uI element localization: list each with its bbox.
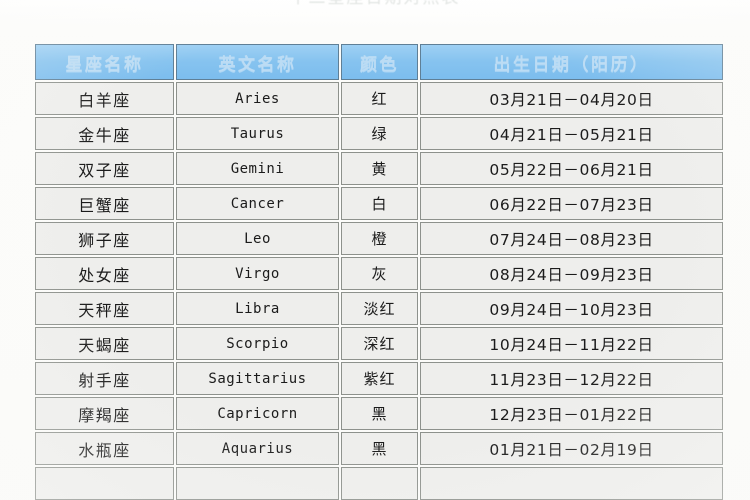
cell-color: 淡红 — [341, 292, 418, 325]
table-row: 巨蟹座 Cancer 白 06月22日－07月23日 — [35, 187, 723, 220]
cell-color: 橙 — [341, 222, 418, 255]
zodiac-table-container: 星座名称 英文名称 颜色 出生日期（阳历） 白羊座 Aries 红 03月21日… — [33, 42, 723, 500]
cell-english-name: Leo — [176, 222, 339, 255]
page-title-strip: 十二星座日期对照表 — [0, 0, 750, 11]
table-row: 天蝎座 Scorpio 深红 10月24日－11月22日 — [35, 327, 723, 360]
cell-birth-date: 01月21日－02月19日 — [420, 432, 723, 465]
cell-english-name: Scorpio — [176, 327, 339, 360]
cell-zodiac-name: 白羊座 — [35, 82, 174, 115]
column-header-english-name: 英文名称 — [176, 44, 339, 80]
cell-color: 绿 — [341, 117, 418, 150]
column-header-color: 颜色 — [341, 44, 418, 80]
table-header-row: 星座名称 英文名称 颜色 出生日期（阳历） — [35, 44, 723, 80]
cell-english-name: Libra — [176, 292, 339, 325]
cell-zodiac-name: 摩羯座 — [35, 397, 174, 430]
table-row: 摩羯座 Capricorn 黑 12月23日－01月22日 — [35, 397, 723, 430]
cell-birth-date: 08月24日－09月23日 — [420, 257, 723, 290]
cell-zodiac-name: 双子座 — [35, 152, 174, 185]
cell-color — [341, 467, 418, 500]
cell-birth-date: 06月22日－07月23日 — [420, 187, 723, 220]
column-header-birth-date: 出生日期（阳历） — [420, 44, 723, 80]
cell-english-name: Taurus — [176, 117, 339, 150]
cell-color: 黄 — [341, 152, 418, 185]
cell-birth-date: 11月23日－12月22日 — [420, 362, 723, 395]
cell-english-name — [176, 467, 339, 500]
cell-zodiac-name: 天蝎座 — [35, 327, 174, 360]
cell-zodiac-name: 天秤座 — [35, 292, 174, 325]
column-header-zodiac-name: 星座名称 — [35, 44, 174, 80]
cell-birth-date: 09月24日－10月23日 — [420, 292, 723, 325]
table-row: 天秤座 Libra 淡红 09月24日－10月23日 — [35, 292, 723, 325]
table-row: 双子座 Gemini 黄 05月22日－06月21日 — [35, 152, 723, 185]
cell-zodiac-name — [35, 467, 174, 500]
cell-zodiac-name: 水瓶座 — [35, 432, 174, 465]
table-row: 水瓶座 Aquarius 黑 01月21日－02月19日 — [35, 432, 723, 465]
cell-birth-date: 07月24日－08月23日 — [420, 222, 723, 255]
cell-color: 黑 — [341, 432, 418, 465]
cell-color: 红 — [341, 82, 418, 115]
cell-color: 紫红 — [341, 362, 418, 395]
cell-english-name: Capricorn — [176, 397, 339, 430]
table-body: 白羊座 Aries 红 03月21日－04月20日 金牛座 Taurus 绿 0… — [35, 82, 723, 500]
cell-zodiac-name: 金牛座 — [35, 117, 174, 150]
table-row: 处女座 Virgo 灰 08月24日－09月23日 — [35, 257, 723, 290]
cell-english-name: Cancer — [176, 187, 339, 220]
cell-birth-date: 04月21日－05月21日 — [420, 117, 723, 150]
zodiac-date-table: 星座名称 英文名称 颜色 出生日期（阳历） 白羊座 Aries 红 03月21日… — [33, 42, 725, 500]
cell-english-name: Sagittarius — [176, 362, 339, 395]
cell-color: 深红 — [341, 327, 418, 360]
cell-zodiac-name: 狮子座 — [35, 222, 174, 255]
cell-english-name: Aquarius — [176, 432, 339, 465]
cell-english-name: Aries — [176, 82, 339, 115]
table-row-clipped — [35, 467, 723, 500]
page-title: 十二星座日期对照表 — [0, 0, 750, 9]
cell-zodiac-name: 巨蟹座 — [35, 187, 174, 220]
table-row: 白羊座 Aries 红 03月21日－04月20日 — [35, 82, 723, 115]
cell-birth-date: 05月22日－06月21日 — [420, 152, 723, 185]
cell-english-name: Virgo — [176, 257, 339, 290]
table-row: 狮子座 Leo 橙 07月24日－08月23日 — [35, 222, 723, 255]
cell-zodiac-name: 射手座 — [35, 362, 174, 395]
page-root: 十二星座日期对照表 星座名称 英文名称 颜色 出生日期（阳历） 白羊座 — [0, 0, 750, 500]
table-row: 射手座 Sagittarius 紫红 11月23日－12月22日 — [35, 362, 723, 395]
table-row: 金牛座 Taurus 绿 04月21日－05月21日 — [35, 117, 723, 150]
cell-color: 白 — [341, 187, 418, 220]
cell-birth-date — [420, 467, 723, 500]
cell-color: 灰 — [341, 257, 418, 290]
cell-english-name: Gemini — [176, 152, 339, 185]
cell-zodiac-name: 处女座 — [35, 257, 174, 290]
table-header: 星座名称 英文名称 颜色 出生日期（阳历） — [35, 44, 723, 80]
cell-birth-date: 03月21日－04月20日 — [420, 82, 723, 115]
cell-birth-date: 10月24日－11月22日 — [420, 327, 723, 360]
cell-color: 黑 — [341, 397, 418, 430]
cell-birth-date: 12月23日－01月22日 — [420, 397, 723, 430]
